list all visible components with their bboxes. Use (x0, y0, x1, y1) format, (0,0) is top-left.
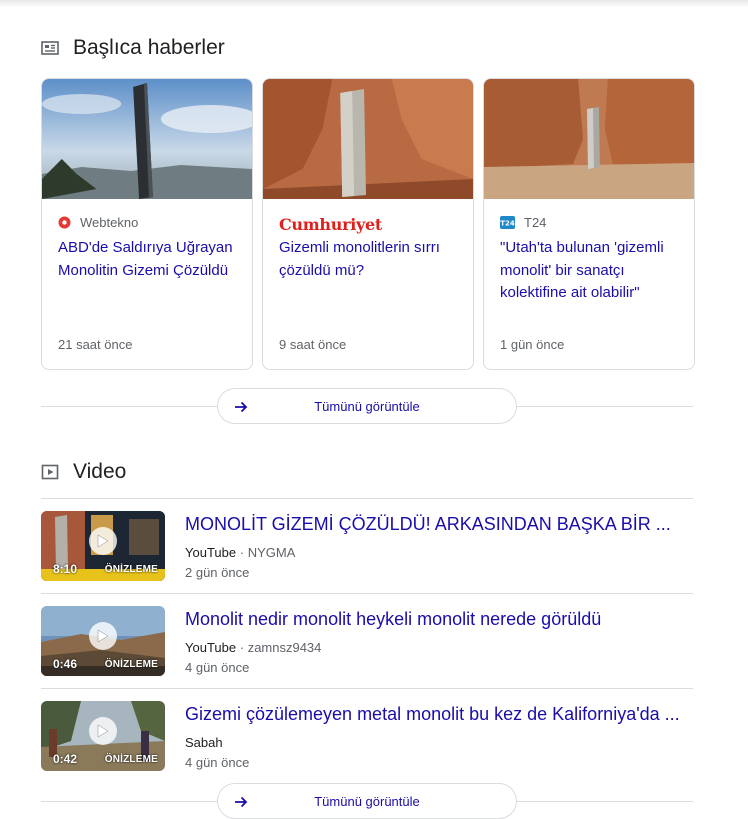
see-all-videos: Tümünü görüntüle (41, 783, 693, 819)
news-source: Cumhuriyet (279, 215, 382, 234)
newspaper-icon (41, 40, 59, 56)
video-meta: YouTube · NYGMA (185, 545, 295, 560)
video-preview-label: ÖNİZLEME (104, 659, 158, 670)
top-stories-title: Başlıca haberler (73, 36, 225, 59)
see-all-videos-button[interactable]: Tümünü görüntüle (217, 783, 517, 819)
news-source: Webtekno (58, 215, 138, 230)
news-title[interactable]: Gizemli monolitlerin sırrı çözüldü mü? (279, 237, 463, 282)
news-card[interactable]: Cumhuriyet Gizemli monolitlerin sırrı çö… (262, 78, 474, 370)
video-time: 2 gün önce (185, 565, 250, 580)
news-thumbnail (42, 79, 252, 199)
video-preview-label: ÖNİZLEME (104, 754, 158, 765)
news-carousel: Webtekno ABD'de Saldırıya Uğrayan Monoli… (41, 78, 695, 370)
video-duration: 0:42 (53, 752, 78, 766)
divider (41, 593, 693, 594)
video-duration: 8:10 (53, 562, 78, 576)
videos-title: Video (73, 460, 127, 483)
video-preview-label: ÖNİZLEME (104, 564, 158, 575)
top-shadow-bar (0, 0, 748, 8)
video-platform: YouTube (185, 545, 237, 560)
source-name: Webtekno (80, 215, 139, 230)
video-title[interactable]: MONOLİT GİZEMİ ÇÖZÜLDÜ! ARKASINDAN BAŞKA… (185, 514, 693, 535)
video-result[interactable]: 0:46 ÖNİZLEME Monolit nedir monolit heyk… (41, 606, 693, 676)
play-icon (89, 717, 117, 745)
video-time: 4 gün önce (185, 755, 250, 770)
video-result[interactable]: 8:10 ÖNİZLEME MONOLİT GİZEMİ ÇÖZÜLDÜ! AR… (41, 511, 693, 581)
news-thumbnail (484, 79, 694, 199)
news-time: 1 gün önce (500, 337, 565, 352)
news-time: 9 saat önce (279, 337, 347, 352)
news-thumbnail (263, 79, 473, 199)
video-platform: Sabah (185, 735, 223, 750)
video-meta: Sabah (185, 735, 223, 750)
divider (41, 688, 693, 689)
meta-separator: · (239, 640, 245, 655)
cumhuriyet-logo-icon: Cumhuriyet (279, 215, 382, 234)
meta-separator: · (239, 545, 245, 560)
svg-text:T24: T24 (500, 220, 515, 228)
top-stories-header: Başlıca haberler (41, 36, 225, 60)
news-card[interactable]: T24 T24 "Utah'ta bulunan 'gizemli monoli… (483, 78, 695, 370)
video-meta: YouTube · zamnsz9434 (185, 640, 321, 655)
video-channel: zamnsz9434 (247, 640, 322, 655)
see-all-news: Tümünü görüntüle (41, 388, 693, 424)
videos-header: Video (41, 460, 126, 484)
video-title[interactable]: Gizemi çözülemeyen metal monolit bu kez … (185, 704, 693, 725)
see-all-label: Tümünü görüntüle (314, 399, 420, 414)
t24-logo-icon: T24 (500, 216, 515, 229)
video-result[interactable]: 0:42 ÖNİZLEME Gizemi çözülemeyen metal m… (41, 701, 693, 771)
source-name: T24 (524, 215, 547, 230)
play-icon (89, 527, 117, 555)
play-box-icon (41, 464, 59, 480)
video-platform: YouTube (185, 640, 237, 655)
play-icon (89, 622, 117, 650)
see-all-label: Tümünü görüntüle (314, 794, 420, 809)
video-title[interactable]: Monolit nedir monolit heykeli monolit ne… (185, 609, 693, 630)
news-title[interactable]: "Utah'ta bulunan 'gizemli monolit' bir s… (500, 237, 684, 305)
video-duration: 0:46 (53, 657, 78, 671)
video-thumbnail[interactable]: 0:46 ÖNİZLEME (41, 606, 165, 676)
webtekno-logo-icon (58, 216, 71, 229)
news-card[interactable]: Webtekno ABD'de Saldırıya Uğrayan Monoli… (41, 78, 253, 370)
see-all-news-button[interactable]: Tümünü görüntüle (217, 388, 517, 424)
video-channel: NYGMA (247, 545, 296, 560)
video-thumbnail[interactable]: 8:10 ÖNİZLEME (41, 511, 165, 581)
video-time: 4 gün önce (185, 660, 250, 675)
news-source: T24 T24 (500, 215, 546, 230)
news-time: 21 saat önce (58, 337, 133, 352)
divider (41, 498, 693, 499)
news-title[interactable]: ABD'de Saldırıya Uğrayan Monolitin Gizem… (58, 237, 242, 282)
video-thumbnail[interactable]: 0:42 ÖNİZLEME (41, 701, 165, 771)
